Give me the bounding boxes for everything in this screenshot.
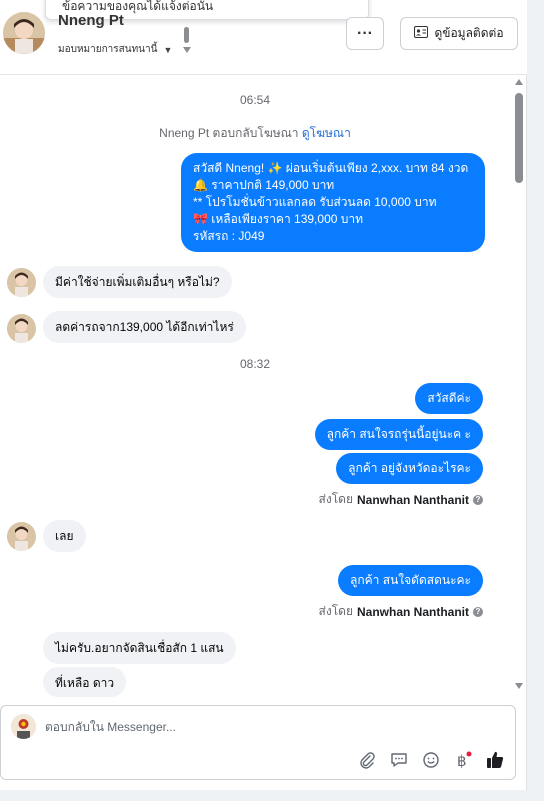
sent-by-label: ส่งโดย Nanwhan Nanthanit ? (319, 490, 483, 509)
info-icon[interactable]: ? (473, 606, 483, 617)
more-button[interactable]: ··· (346, 17, 384, 50)
sender-avatar[interactable] (7, 314, 36, 343)
ad-message-line: รหัสรถ : J049 (193, 229, 265, 243)
chat-header: ข้อความของคุณได้แจ้งต่อนั้น Nneng Pt มอบ… (0, 0, 527, 75)
sender-avatar[interactable] (7, 522, 36, 551)
sender-avatar[interactable] (7, 268, 36, 297)
message-composer: ฿ (0, 705, 516, 780)
incoming-message: เลย (43, 520, 86, 552)
outgoing-message: ลูกค้า สนใจรถรุ่นนี้อยู่นะค ะ (314, 419, 483, 450)
page-avatar (11, 714, 36, 739)
header-scroll-indicator[interactable] (183, 27, 191, 57)
ad-message-bubble: สวัสดี Nneng! ✨ ผ่อนเริ่มต้นเพียง 2,xxx.… (181, 153, 485, 252)
outgoing-message: ลูกค้า อยู่จังหวัดอะไรคะ (336, 453, 483, 484)
chat-bubble-icon[interactable] (389, 750, 409, 770)
messages-scrollbar[interactable] (513, 75, 525, 695)
view-contact-label: ดูข้อมูลติดต่อ (434, 26, 504, 40)
ad-message-line: สวัสดี Nneng! ✨ ผ่อนเริ่มต้นเพียง 2,xxx.… (193, 161, 469, 175)
ad-reply-text: Nneng Pt ตอบกลับโฆษณา (159, 126, 299, 140)
contact-name: Nneng Pt (58, 12, 124, 29)
contact-card-icon (414, 26, 429, 41)
incoming-message: ที่เหลือ ดาว (43, 667, 127, 697)
ad-message-line: ** โปรโมชั่นข้าวแลกลด รับส่วนลด 10,000 บ… (193, 195, 437, 209)
info-icon[interactable]: ? (473, 494, 483, 505)
sent-by-name: Nanwhan Nanthanit (356, 492, 469, 507)
sent-by-name: Nanwhan Nanthanit (356, 604, 469, 619)
chevron-down-icon: ▼ (163, 44, 173, 55)
ad-message-line: 🎀 เหลือเพียงราคา 139,000 บาท (193, 212, 364, 226)
timestamp: 06:54 (239, 93, 271, 107)
outgoing-message: สวัสดีค่ะ (415, 383, 483, 414)
timestamp: 08:32 (239, 357, 271, 371)
thumbs-up-icon[interactable] (485, 750, 505, 770)
attach-icon[interactable] (357, 750, 377, 770)
emoji-icon[interactable] (421, 750, 441, 770)
incoming-message: ไม่ครับ.อยากจัดสินเชื่อสัก 1 แสน (43, 632, 236, 664)
assign-conversation[interactable]: มอบหมายการสนทนานี้ ▼ (58, 42, 172, 57)
incoming-message: ลดค่ารถจาก139,000 ได้อีกเท่าไหร่ (43, 311, 246, 343)
assign-label: มอบหมายการสนทนานี้ (58, 44, 158, 55)
sent-by-prefix: ส่งโดย (318, 492, 353, 506)
baht-icon[interactable]: ฿ (453, 750, 473, 770)
sent-by-prefix: ส่งโดย (318, 604, 353, 618)
outgoing-message: ลูกค้า สนใจดัดสดนะคะ (338, 565, 483, 596)
ad-reply-note: Nneng Pt ตอบกลับโฆษณา ดูโฆษณา (0, 124, 510, 143)
ad-message-line: 🔔 ราคาปกติ 149,000 บาท (193, 178, 335, 192)
incoming-message: มีค่าใช้จ่ายเพิ่มเติมอื่นๆ หรือไม่? (43, 266, 232, 298)
svg-text:฿: ฿ (457, 752, 467, 769)
view-ad-link[interactable]: ดูโฆษณา (302, 126, 351, 140)
view-contact-button[interactable]: ดูข้อมูลติดต่อ (400, 17, 518, 50)
chat-panel: ข้อความของคุณได้แจ้งต่อนั้น Nneng Pt มอบ… (0, 0, 527, 790)
avatar[interactable] (3, 12, 45, 54)
sent-by-label: ส่งโดย Nanwhan Nanthanit ? (319, 602, 483, 621)
reply-input[interactable] (45, 718, 465, 736)
more-icon: ··· (357, 24, 373, 42)
